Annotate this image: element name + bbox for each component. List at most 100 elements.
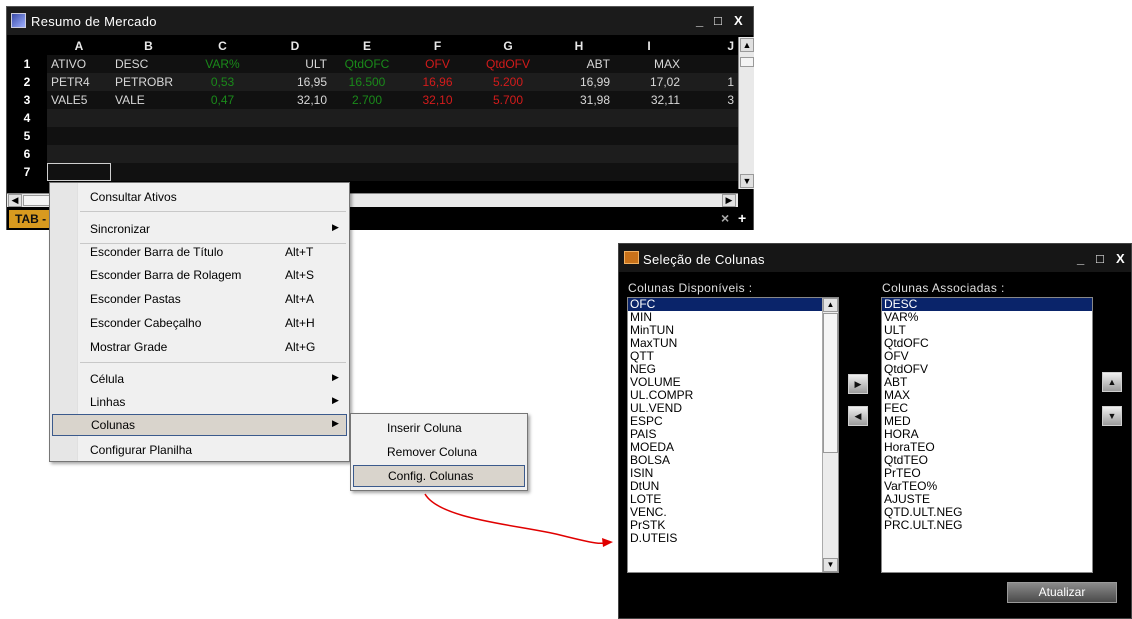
menu-item-consultar-ativos[interactable]: Consultar Ativos — [52, 186, 347, 208]
table-row[interactable]: 1 ATIVO DESC VAR% ULT QtdOFC OFV QtdOFV ABT MAX — [7, 55, 738, 73]
grid-cell[interactable]: 16.500 — [331, 73, 403, 91]
grid-cell[interactable]: 0,53 — [186, 73, 259, 91]
row-number[interactable]: 6 — [7, 145, 47, 163]
columns-titlebar[interactable]: Seleção de Colunas _ □ X — [619, 244, 1131, 272]
grid-vertical-scrollbar[interactable]: ▲ ▼ — [738, 37, 754, 189]
atualizar-button[interactable]: Atualizar — [1007, 582, 1117, 603]
table-row[interactable]: 7 — [7, 163, 738, 181]
menu-item-colunas[interactable]: Colunas ▶ — [52, 414, 347, 436]
grid-cell[interactable] — [111, 163, 186, 181]
grid-cell[interactable] — [684, 127, 738, 145]
grid-cell[interactable]: DESC — [111, 55, 186, 73]
grid-cell[interactable]: ULT — [259, 55, 331, 73]
list-item[interactable]: OFC — [628, 298, 838, 311]
grid-cell[interactable] — [259, 145, 331, 163]
grid-cell[interactable]: 5.700 — [472, 91, 544, 109]
grid-cell[interactable]: 1 — [684, 73, 738, 91]
grid-cell[interactable] — [614, 163, 684, 181]
grid-cell[interactable] — [111, 145, 186, 163]
grid-cell[interactable] — [186, 127, 259, 145]
grid-cell[interactable] — [403, 127, 472, 145]
grid-cell[interactable]: 32,11 — [614, 91, 684, 109]
grid-cell[interactable] — [47, 109, 111, 127]
close-tab-icon[interactable]: × — [721, 210, 729, 226]
grid-cell[interactable] — [186, 145, 259, 163]
scroll-up-arrow-icon[interactable]: ▲ — [823, 298, 838, 312]
column-header[interactable]: J — [684, 37, 738, 55]
minimize-button[interactable]: _ — [1077, 251, 1084, 266]
grid-cell[interactable]: VALE — [111, 91, 186, 109]
close-button[interactable]: X — [1116, 251, 1125, 266]
grid-cell[interactable] — [403, 163, 472, 181]
scroll-right-arrow-icon[interactable]: ▶ — [722, 194, 736, 207]
grid-cell[interactable] — [544, 163, 614, 181]
list-item[interactable]: FEC — [882, 402, 1092, 415]
maximize-button[interactable]: □ — [1096, 251, 1104, 266]
grid-cell[interactable] — [472, 163, 544, 181]
grid-cell[interactable]: ABT — [544, 55, 614, 73]
grid-cell[interactable]: 0,47 — [186, 91, 259, 109]
submenu-item-remover-coluna[interactable]: Remover Coluna — [353, 441, 525, 463]
column-header[interactable]: F — [403, 37, 472, 55]
grid-cell[interactable] — [614, 127, 684, 145]
grid-cell[interactable]: QtdOFV — [472, 55, 544, 73]
grid-cell[interactable] — [259, 163, 331, 181]
grid-cell[interactable] — [111, 127, 186, 145]
maximize-button[interactable]: □ — [714, 13, 722, 28]
grid-cell[interactable]: QtdOFC — [331, 55, 403, 73]
column-header[interactable]: H — [544, 37, 614, 55]
column-header[interactable]: C — [186, 37, 259, 55]
list-item[interactable]: QtdOFV — [882, 363, 1092, 376]
grid-cell[interactable] — [472, 145, 544, 163]
grid-cell[interactable] — [331, 127, 403, 145]
list-item[interactable]: ESPC — [628, 415, 838, 428]
scroll-thumb[interactable] — [740, 57, 754, 67]
list-item[interactable]: MAX — [882, 389, 1092, 402]
menu-item-sincronizar[interactable]: Sincronizar ▶ — [52, 218, 347, 240]
list-item[interactable]: ISIN — [628, 467, 838, 480]
grid-cell[interactable]: VALE5 — [47, 91, 111, 109]
grid-cell[interactable]: 16,96 — [403, 73, 472, 91]
associated-columns-list[interactable]: DESC VAR% ULT QtdOFC OFV QtdOFV ABT MAX FEC MED HO… — [881, 297, 1093, 573]
menu-item-esconder-pastas[interactable]: Esconder Pastas Alt+A — [52, 288, 347, 310]
grid-cell[interactable] — [472, 127, 544, 145]
grid-cell[interactable] — [544, 109, 614, 127]
grid-cell[interactable] — [684, 109, 738, 127]
grid-cell[interactable] — [331, 145, 403, 163]
grid-cell[interactable] — [684, 55, 738, 73]
row-number[interactable]: 1 — [7, 55, 47, 73]
grid-cell[interactable] — [403, 145, 472, 163]
menu-item-esconder-barra-titulo[interactable]: Esconder Barra de Título Alt+T — [52, 241, 347, 263]
grid-cell[interactable]: 16,99 — [544, 73, 614, 91]
table-row[interactable]: 6 — [7, 145, 738, 163]
grid-cell[interactable]: VAR% — [186, 55, 259, 73]
grid-cell[interactable]: 5.200 — [472, 73, 544, 91]
list-item[interactable]: QtdOFC — [882, 337, 1092, 350]
grid-cell[interactable] — [684, 163, 738, 181]
grid-cell[interactable]: OFV — [403, 55, 472, 73]
grid-cell[interactable]: 32,10 — [259, 91, 331, 109]
column-header[interactable]: B — [111, 37, 186, 55]
grid-cell[interactable] — [186, 109, 259, 127]
grid-cell[interactable] — [331, 109, 403, 127]
grid-cell[interactable]: 17,02 — [614, 73, 684, 91]
move-right-button[interactable]: ▶ — [848, 374, 868, 394]
grid-cell[interactable] — [259, 127, 331, 145]
grid-cell[interactable]: 3 — [684, 91, 738, 109]
row-number[interactable]: 2 — [7, 73, 47, 91]
grid-cell[interactable]: PETROBR — [111, 73, 186, 91]
available-columns-list[interactable]: OFC MIN MinTUN MaxTUN QTT NEG VOLUME UL.COMPR UL… — [627, 297, 839, 573]
scroll-down-arrow-icon[interactable]: ▼ — [740, 174, 754, 188]
grid-cell[interactable]: MAX — [614, 55, 684, 73]
grid-cell[interactable] — [186, 163, 259, 181]
table-row[interactable]: 5 — [7, 127, 738, 145]
menu-item-linhas[interactable]: Linhas ▶ — [52, 391, 347, 413]
grid-cell[interactable] — [614, 109, 684, 127]
grid-cell[interactable] — [331, 163, 403, 181]
row-number[interactable]: 4 — [7, 109, 47, 127]
column-header[interactable]: G — [472, 37, 544, 55]
grid-cell[interactable]: ATIVO — [47, 55, 111, 73]
grid-cell[interactable] — [47, 163, 111, 181]
market-titlebar[interactable]: Resumo de Mercado _ □ X — [7, 7, 753, 35]
table-row[interactable]: 3 VALE5 VALE 0,47 32,10 2.700 32,10 5.700 31,98 3… — [7, 91, 738, 109]
